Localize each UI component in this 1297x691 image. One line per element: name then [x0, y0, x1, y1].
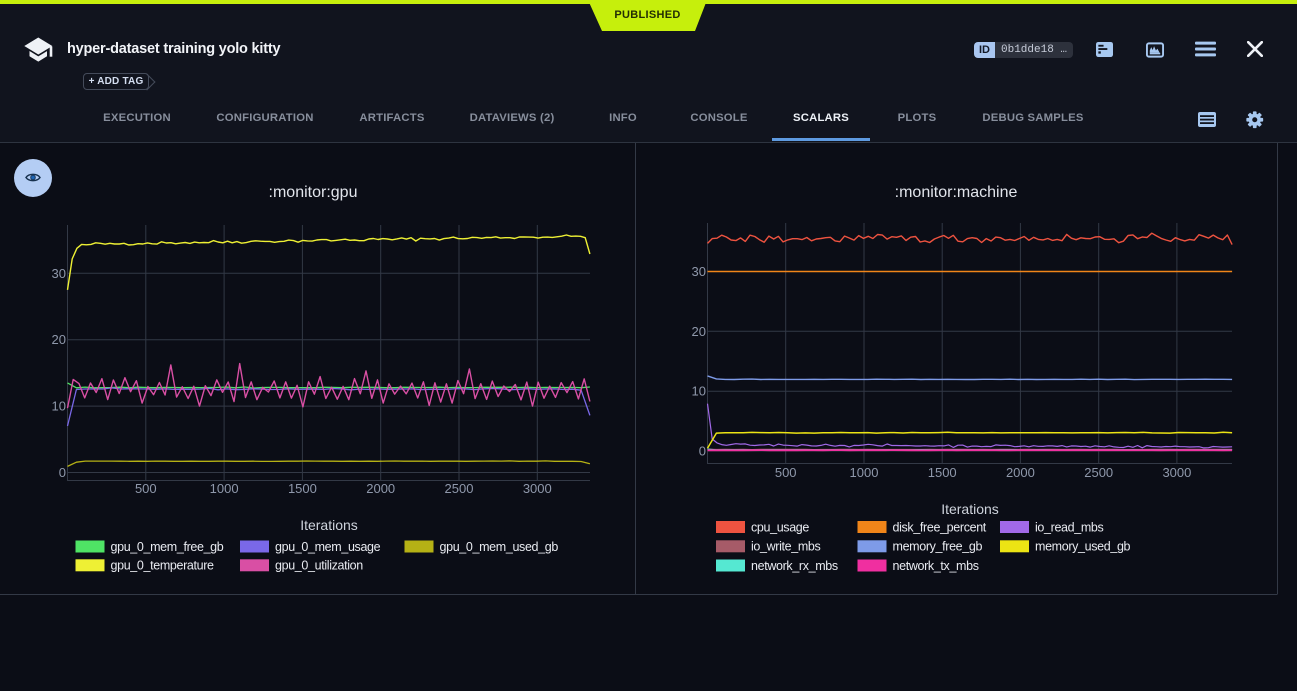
svg-text:20: 20	[692, 324, 706, 339]
svg-text:gpu_0_mem_usage: gpu_0_mem_usage	[275, 540, 381, 554]
svg-text::monitor:gpu: :monitor:gpu	[269, 184, 358, 201]
svg-text::monitor:machine: :monitor:machine	[895, 184, 1018, 201]
svg-text:0: 0	[59, 465, 66, 480]
svg-text:20: 20	[52, 332, 66, 347]
svg-text:3000: 3000	[523, 481, 552, 496]
svg-text:2500: 2500	[445, 481, 474, 496]
svg-text:cpu_usage: cpu_usage	[751, 520, 809, 534]
svg-text:1000: 1000	[850, 465, 879, 480]
svg-text:1000: 1000	[210, 481, 239, 496]
svg-text:1500: 1500	[288, 481, 317, 496]
svg-text:memory_used_gb: memory_used_gb	[1035, 540, 1131, 554]
svg-text:10: 10	[52, 399, 66, 414]
svg-text:io_write_mbs: io_write_mbs	[751, 540, 821, 554]
svg-text:network_rx_mbs: network_rx_mbs	[751, 559, 838, 573]
svg-text:io_read_mbs: io_read_mbs	[1035, 520, 1104, 534]
svg-text:Iterations: Iterations	[300, 517, 358, 533]
svg-text:gpu_0_temperature: gpu_0_temperature	[111, 559, 215, 573]
svg-text:gpu_0_mem_used_gb: gpu_0_mem_used_gb	[440, 540, 559, 554]
svg-text:30: 30	[692, 264, 706, 279]
svg-text:network_tx_mbs: network_tx_mbs	[893, 559, 979, 573]
svg-text:gpu_0_utilization: gpu_0_utilization	[275, 559, 363, 573]
svg-text:2500: 2500	[1084, 465, 1113, 480]
svg-text:memory_free_gb: memory_free_gb	[893, 540, 983, 554]
svg-text:500: 500	[135, 481, 157, 496]
svg-text:2000: 2000	[1006, 465, 1035, 480]
svg-text:0: 0	[699, 444, 706, 459]
svg-text:500: 500	[775, 465, 797, 480]
svg-text:30: 30	[52, 266, 66, 281]
svg-text:3000: 3000	[1162, 465, 1191, 480]
svg-text:Iterations: Iterations	[941, 501, 999, 517]
svg-text:10: 10	[692, 384, 706, 399]
svg-text:gpu_0_mem_free_gb: gpu_0_mem_free_gb	[111, 540, 224, 554]
svg-text:2000: 2000	[366, 481, 395, 496]
svg-text:disk_free_percent: disk_free_percent	[893, 520, 987, 534]
svg-text:1500: 1500	[928, 465, 957, 480]
